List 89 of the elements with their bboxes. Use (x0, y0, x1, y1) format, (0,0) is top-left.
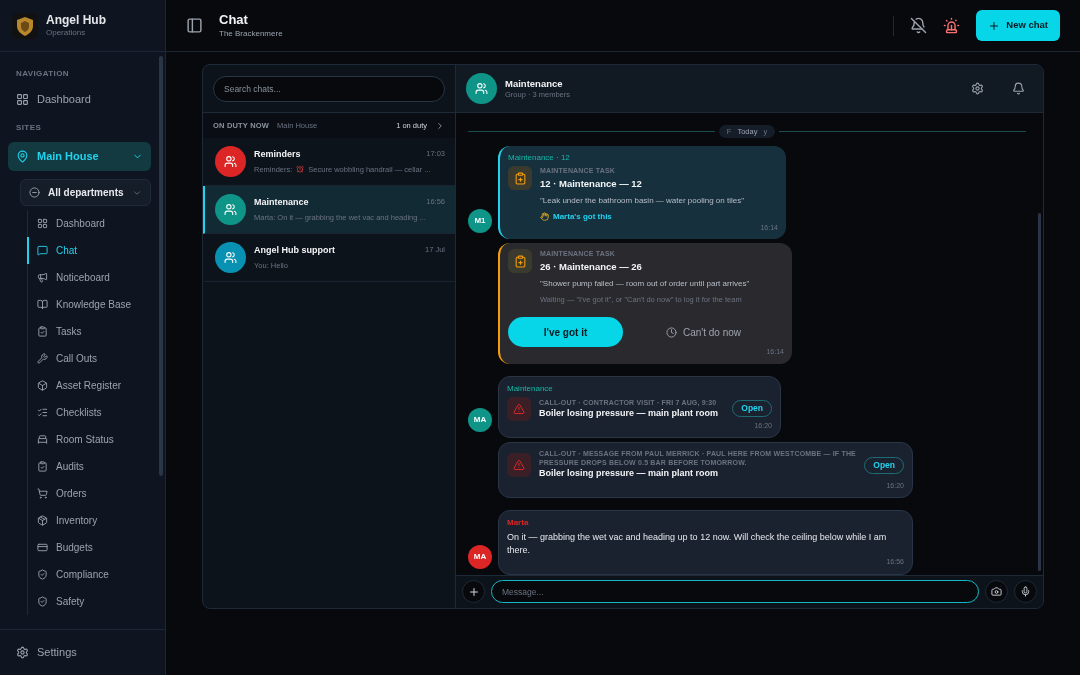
cart-icon (37, 488, 48, 499)
conversation-name: Maintenance (505, 77, 564, 90)
user-avatar: M1 (468, 209, 492, 234)
sidebar-item[interactable]: Orders (27, 480, 151, 507)
chat-name: Reminders (254, 148, 301, 162)
callout-title: Boiler losing pressure — main plant room (539, 407, 720, 420)
shield-logo-icon (12, 12, 38, 39)
section-heading: SITES (15, 122, 43, 134)
page-subtitle: The Brackenmere (219, 28, 284, 39)
sidebar-item[interactable]: Tasks (27, 318, 151, 345)
sidebar-item[interactable]: Safety (27, 588, 151, 615)
chat-name: Maintenance (254, 196, 309, 210)
sidebar-item[interactable]: Noticeboard (27, 264, 151, 291)
settings-item[interactable]: Settings (0, 629, 165, 675)
page-title: Chat (219, 12, 249, 29)
group-avatar (466, 73, 497, 104)
shield-icon (37, 596, 48, 607)
clipboard-icon (508, 249, 532, 274)
nav-item[interactable]: Dashboard (8, 84, 151, 114)
bell-icon[interactable] (1012, 82, 1025, 95)
plus-icon (467, 585, 480, 598)
warning-icon (507, 396, 531, 421)
decline-button[interactable]: Can't do now (623, 317, 784, 348)
sender-name: Marta (507, 517, 530, 530)
message-text: On it — grabbing the wet vac and heading up to 12 now. Will check the ceiling below while I am there. (507, 531, 888, 558)
sidebar-toggle-icon[interactable] (186, 17, 203, 34)
sidebar-item[interactable]: Compliance (27, 561, 151, 588)
clock-icon (665, 326, 677, 338)
sidebar-item[interactable]: Room Status (27, 426, 151, 453)
alarm-clock-icon (296, 165, 305, 174)
book-icon (37, 299, 48, 310)
microphone-button[interactable] (1014, 580, 1037, 604)
sidebar-item[interactable]: Chat (27, 237, 151, 264)
settings-icon[interactable] (971, 82, 984, 95)
bed-icon (37, 434, 48, 445)
sidebar-item[interactable]: Inventory (27, 507, 151, 534)
add-button[interactable] (462, 580, 485, 604)
task-title: 26 · Maintenance — 26 (540, 259, 643, 274)
microphone-icon (1020, 586, 1031, 598)
chat-bubble-icon (37, 245, 48, 256)
card-icon (37, 542, 48, 553)
chevron-right-icon (435, 120, 445, 131)
task-quote: "Shower pump failed — room out of order until part arrives" (540, 278, 750, 290)
sidebar-item[interactable]: Asset Register (27, 372, 151, 399)
hand-icon (540, 212, 549, 222)
search-field[interactable]: Search chats... (213, 76, 445, 102)
dashboard-icon (37, 218, 48, 229)
message-field[interactable]: Message... (491, 580, 979, 604)
checklist-icon (37, 407, 48, 418)
sidebar-item[interactable]: Dashboard (27, 210, 151, 237)
sidebar-item[interactable]: Call Outs (27, 345, 151, 372)
new-chat-button[interactable]: New chat (976, 10, 1060, 41)
camera-button[interactable] (985, 580, 1008, 604)
task-quote: "Leak under the bathroom basin — water pooling on tiles" (540, 194, 745, 207)
pin-icon (16, 150, 29, 163)
user-avatar: MA (468, 408, 492, 433)
clipboard-icon (37, 461, 48, 472)
plus-icon (988, 19, 1001, 32)
muted-bell-icon[interactable] (910, 17, 928, 34)
clipboard-icon (37, 326, 48, 337)
user-avatar: MA (468, 544, 492, 569)
dashboard-icon (16, 92, 29, 106)
circle-icon (29, 187, 40, 198)
brand-subtitle: Operations (46, 28, 87, 38)
sidebar-item[interactable]: Audits (27, 453, 151, 480)
accept-button[interactable]: I've got it (508, 317, 623, 348)
section-heading: NAVIGATION (15, 68, 71, 80)
claim-status: Marta's got this (553, 210, 612, 223)
camera-icon (991, 586, 1002, 598)
department-selector[interactable]: All departments (20, 179, 151, 206)
sender-name: Maintenance · 12 (508, 152, 571, 164)
task-title: 12 · Maintenance — 12 (540, 176, 643, 191)
sender-name: Maintenance (507, 382, 554, 395)
site-selector[interactable]: Main House (8, 142, 151, 171)
wrench-icon (37, 353, 48, 364)
shield-icon (37, 569, 48, 580)
megaphone-icon (37, 272, 48, 283)
package-icon (37, 515, 48, 526)
sidebar-item[interactable]: Checklists (27, 399, 151, 426)
callout-title: Boiler losing pressure — main plant room (539, 467, 720, 481)
clipboard-icon (508, 166, 532, 190)
settings-icon (16, 646, 29, 659)
brand-name: Angel Hub (46, 13, 106, 28)
siren-icon[interactable] (943, 17, 961, 34)
sidebar-item[interactable]: Knowledge Base (27, 291, 151, 318)
sidebar-item[interactable]: Budgets (27, 534, 151, 561)
chat-name: Angel Hub support (254, 244, 335, 258)
warning-icon (507, 453, 531, 477)
box-icon (37, 380, 48, 391)
